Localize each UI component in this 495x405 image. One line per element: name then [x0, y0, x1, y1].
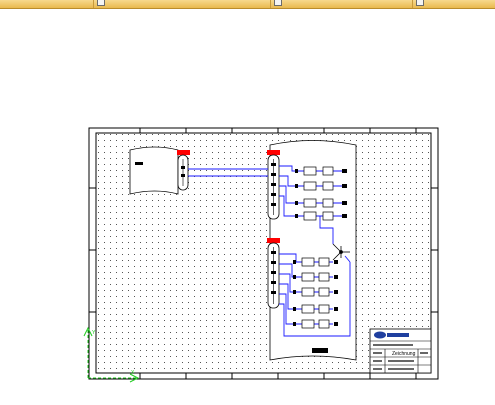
toolbar-separator	[93, 0, 94, 8]
checkbox-icon[interactable]	[416, 0, 424, 6]
break-panel-left	[129, 146, 179, 195]
toolbar-separator	[412, 0, 413, 8]
title-block-drawing-name: Zeichnung	[392, 351, 416, 357]
drawing-canvas[interactable]: Zeichnung Y X	[0, 9, 495, 400]
toolbar	[0, 0, 495, 9]
company-logo	[374, 331, 386, 339]
title-block: Zeichnung	[369, 328, 432, 374]
checkbox-icon[interactable]	[97, 0, 105, 6]
drawing-sheet[interactable]: Zeichnung Y X	[0, 9, 495, 400]
panel-caption	[312, 348, 328, 353]
toolbar-separator	[270, 0, 271, 8]
checkbox-icon[interactable]	[274, 0, 282, 6]
terminal-strip-top	[267, 150, 280, 220]
panel-label	[135, 162, 143, 165]
terminal-strip-bottom	[267, 238, 280, 309]
